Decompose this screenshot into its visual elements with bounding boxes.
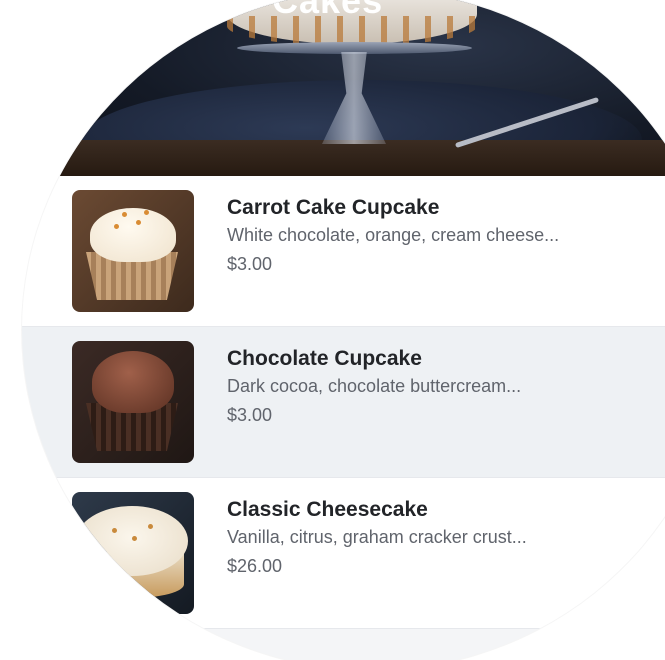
menu-list: Carrot Cake Cupcake White chocolate, ora… bbox=[22, 176, 665, 629]
carrot-cupcake-image bbox=[72, 190, 194, 312]
sprinkle bbox=[136, 220, 141, 225]
cheesecake-image bbox=[72, 492, 194, 614]
menu-item-price: $3.00 bbox=[227, 405, 273, 425]
sprinkle bbox=[114, 224, 119, 229]
menu-item-carrot-cake-cupcake[interactable]: Carrot Cake Cupcake White chocolate, ora… bbox=[22, 176, 665, 327]
menu-item-name: Carrot Cake Cupcake bbox=[227, 196, 440, 219]
menu-item-details: Carrot Cake Cupcake White chocolate, ora… bbox=[227, 196, 559, 275]
hero-title: Cakes bbox=[272, 0, 384, 21]
app-screen: Cakes Carrot Cake Cupcake White chocolat… bbox=[0, 0, 665, 660]
menu-item-details: Chocolate Cupcake Dark cocoa, chocolate … bbox=[227, 347, 521, 426]
chocolate-frosting bbox=[92, 351, 174, 413]
chocolate-cupcake-image bbox=[72, 341, 194, 463]
menu-item-details: Classic Cheesecake Vanilla, citrus, grah… bbox=[227, 498, 527, 577]
hero-banner: Cakes bbox=[22, 0, 665, 176]
cream-frosting bbox=[90, 208, 176, 262]
menu-item-description: White chocolate, orange, cream cheese... bbox=[227, 225, 560, 245]
cheesecake-top bbox=[76, 506, 188, 576]
menu-item-name: Classic Cheesecake bbox=[227, 498, 428, 521]
menu-item-name: Chocolate Cupcake bbox=[227, 347, 422, 370]
menu-item-chocolate-cupcake[interactable]: Chocolate Cupcake Dark cocoa, chocolate … bbox=[22, 327, 665, 478]
sprinkle bbox=[122, 212, 127, 217]
sprinkle bbox=[112, 528, 117, 533]
menu-item-description: Vanilla, citrus, graham cracker crust... bbox=[227, 527, 527, 547]
menu-item-price: $3.00 bbox=[227, 254, 273, 274]
sprinkle bbox=[144, 210, 149, 215]
magnified-view: Cakes Carrot Cake Cupcake White chocolat… bbox=[22, 0, 665, 660]
sprinkle bbox=[132, 536, 137, 541]
menu-item-price: $26.00 bbox=[227, 556, 283, 576]
menu-item-description: Dark cocoa, chocolate buttercream... bbox=[227, 376, 522, 396]
hero-table bbox=[22, 140, 665, 176]
sprinkle bbox=[148, 524, 153, 529]
menu-item-classic-cheesecake[interactable]: Classic Cheesecake Vanilla, citrus, grah… bbox=[22, 478, 665, 629]
